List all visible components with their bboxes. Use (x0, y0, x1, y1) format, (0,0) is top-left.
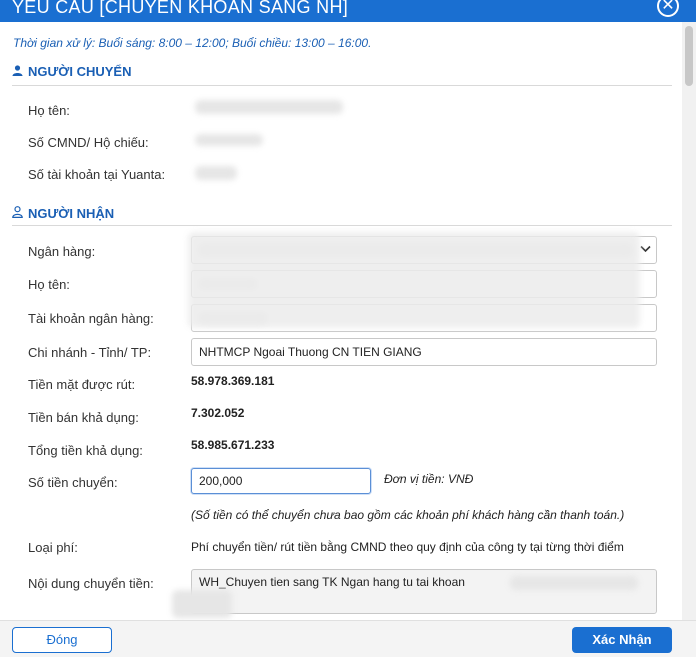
close-button[interactable]: Đóng (12, 627, 112, 653)
sale-available-value: 7.302.052 (191, 406, 245, 420)
close-icon[interactable]: ✕ (657, 0, 679, 17)
receiver-divider (12, 225, 672, 226)
content-label: Nội dung chuyển tiền: (28, 576, 154, 591)
sale-available-label: Tiền bán khả dụng: (28, 410, 139, 425)
bank-account-label: Tài khoản ngân hàng: (28, 311, 154, 326)
cash-withdrawable-value: 58.978.369.181 (191, 374, 275, 388)
chevron-down-icon (638, 243, 652, 257)
receiver-section-heading: NGƯỜI NHẬN (12, 206, 114, 221)
sender-account-label: Số tài khoản tại Yuanta: (28, 167, 166, 182)
sender-id-label: Số CMND/ Hộ chiếu: (28, 135, 149, 150)
sender-name-redacted (195, 100, 343, 114)
transfer-content-textarea[interactable]: WH_Chuyen tien sang TK Ngan hang tu tai … (191, 569, 657, 614)
dialog-titlebar: YÊU CẦU [CHUYỂN KHOẢN SANG NH] ✕ (0, 0, 696, 22)
sender-section-heading: NGƯỜI CHUYỂN (12, 64, 132, 79)
fee-type-label: Loại phí: (28, 540, 78, 555)
amount-label: Số tiền chuyển: (28, 475, 118, 490)
transfer-content-text: WH_Chuyen tien sang TK Ngan hang tu tai … (199, 575, 465, 589)
content-side-redacted (172, 590, 232, 618)
branch-input[interactable]: NHTMCP Ngoai Thuong CN TIEN GIANG (191, 338, 657, 366)
receiver-heading-text: NGƯỜI NHẬN (28, 206, 115, 221)
bank-label: Ngân hàng: (28, 244, 96, 259)
sender-account-redacted (195, 166, 237, 180)
scrollbar[interactable] (682, 22, 696, 620)
amount-input[interactable]: 200,000 (191, 468, 371, 494)
scrollbar-thumb[interactable] (685, 26, 693, 86)
receiver-redaction-overlay (188, 232, 640, 328)
user-outline-icon (12, 206, 24, 221)
sender-name-label: Họ tên: (28, 103, 70, 118)
content-account-redacted (510, 576, 638, 590)
branch-label: Chi nhánh - Tỉnh/ TP: (28, 345, 152, 360)
user-icon (12, 64, 24, 79)
sender-heading-text: NGƯỜI CHUYỂN (28, 64, 132, 79)
dialog-title: YÊU CẦU [CHUYỂN KHOẢN SANG NH] (12, 0, 349, 17)
sender-id-redacted (195, 134, 263, 146)
sender-divider (12, 85, 672, 86)
fee-type-value: Phí chuyển tiền/ rút tiền bằng CMND theo… (191, 540, 624, 554)
total-available-value: 58.985.671.233 (191, 438, 275, 452)
processing-time-note: Thời gian xử lý: Buổi sáng: 8:00 – 12:00… (13, 36, 372, 50)
confirm-button[interactable]: Xác Nhận (572, 627, 672, 653)
currency-unit: Đơn vị tiền: VNĐ (384, 472, 474, 486)
receiver-name-label: Họ tên: (28, 277, 70, 292)
amount-note: (Số tiền có thể chuyển chưa bao gồm các … (191, 508, 625, 522)
total-available-label: Tổng tiền khả dụng: (28, 443, 143, 458)
dialog-footer: Đóng Xác Nhận (0, 620, 696, 657)
cash-withdrawable-label: Tiền mặt được rút: (28, 377, 136, 392)
